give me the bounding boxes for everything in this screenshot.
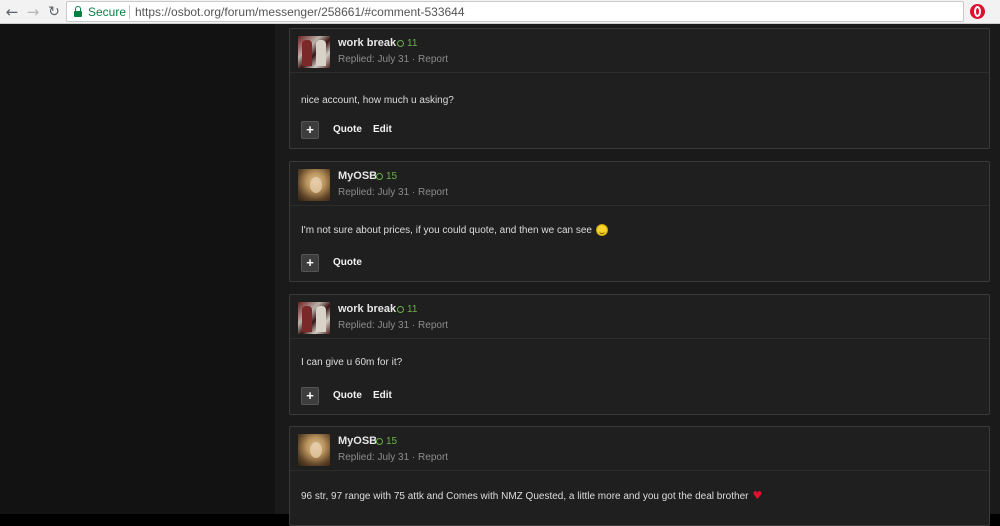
add-reaction-button[interactable]: + (301, 121, 319, 139)
reputation-icon (376, 173, 383, 180)
reputation-badge: 15 (376, 436, 397, 447)
reload-icon[interactable]: ↻ (45, 3, 63, 21)
browser-toolbar: ← → ↻ Secure https://osbot.org/forum/mes… (0, 0, 1000, 24)
divider (290, 205, 989, 206)
comment-post: MyOSB 15 Replied: July 31 · Report I'm n… (289, 161, 990, 282)
post-header: MyOSB 15 Replied: July 31 · Report (290, 427, 989, 469)
quote-button[interactable]: Quote (333, 257, 362, 268)
lock-icon (74, 6, 82, 17)
comment-post: work break 11 Replied: July 31 · Report … (289, 294, 990, 415)
reputation-count: 11 (407, 38, 418, 49)
quote-button[interactable]: Quote (333, 390, 362, 401)
address-separator (129, 5, 130, 19)
avatar[interactable] (298, 302, 330, 334)
secure-label: Secure (88, 5, 127, 19)
quote-button[interactable]: Quote (333, 124, 362, 135)
post-body: I'm not sure about prices, if you could … (301, 225, 592, 236)
username[interactable]: work break (338, 37, 396, 49)
reputation-badge: 11 (397, 304, 417, 315)
avatar[interactable] (298, 169, 330, 201)
post-meta: Replied: July 31 · Report (338, 187, 449, 198)
post-body: I can give u 60m for it? (301, 357, 403, 368)
reputation-badge: 11 (397, 38, 417, 49)
reputation-count: 15 (386, 436, 398, 447)
comment-post: MyOSB 15 Replied: July 31 · Report 96 st… (289, 426, 990, 526)
post-header: MyOSB 15 Replied: July 31 · Report (290, 162, 989, 204)
post-header: work break 11 Replied: July 31 · Report (290, 29, 989, 71)
edit-button[interactable]: Edit (373, 124, 392, 135)
divider (290, 338, 989, 339)
comment-post: work break 11 Replied: July 31 · Report … (289, 28, 990, 149)
reputation-badge: 15 (376, 171, 397, 182)
post-body: 96 str, 97 range with 75 attk and Comes … (301, 491, 749, 502)
post-header: work break 11 Replied: July 31 · Report (290, 295, 989, 337)
avatar[interactable] (298, 36, 330, 68)
heart-icon: ♥ (752, 489, 763, 502)
page: work break 11 Replied: July 31 · Report … (0, 24, 1000, 526)
reputation-icon (376, 438, 383, 445)
avatar[interactable] (298, 434, 330, 466)
add-reaction-button[interactable]: + (301, 254, 319, 272)
url-text[interactable]: https://osbot.org/forum/messenger/258661… (135, 5, 465, 19)
divider (290, 72, 989, 73)
address-bar[interactable]: Secure https://osbot.org/forum/messenger… (66, 1, 964, 22)
username[interactable]: work break (338, 303, 396, 315)
divider (290, 470, 989, 471)
reputation-count: 11 (407, 304, 418, 315)
username[interactable]: MyOSB (338, 435, 377, 447)
edit-button[interactable]: Edit (373, 390, 392, 401)
post-meta: Replied: July 31 · Report (338, 452, 449, 463)
post-meta: Replied: July 31 · Report (338, 320, 449, 331)
post-meta: Replied: July 31 · Report (338, 54, 449, 65)
forward-arrow-icon[interactable]: → (24, 3, 42, 21)
username[interactable]: MyOSB (338, 170, 377, 182)
add-reaction-button[interactable]: + (301, 387, 319, 405)
opera-extension-icon[interactable] (970, 4, 985, 19)
post-body-wrapper: 96 str, 97 range with 75 attk and Comes … (301, 489, 762, 502)
post-body-wrapper: I'm not sure about prices, if you could … (301, 224, 608, 236)
reputation-icon (397, 306, 404, 313)
reputation-count: 15 (386, 171, 398, 182)
reputation-icon (397, 40, 404, 47)
smiley-icon (595, 224, 608, 236)
back-arrow-icon[interactable]: ← (3, 3, 21, 21)
post-body: nice account, how much u asking? (301, 95, 454, 106)
